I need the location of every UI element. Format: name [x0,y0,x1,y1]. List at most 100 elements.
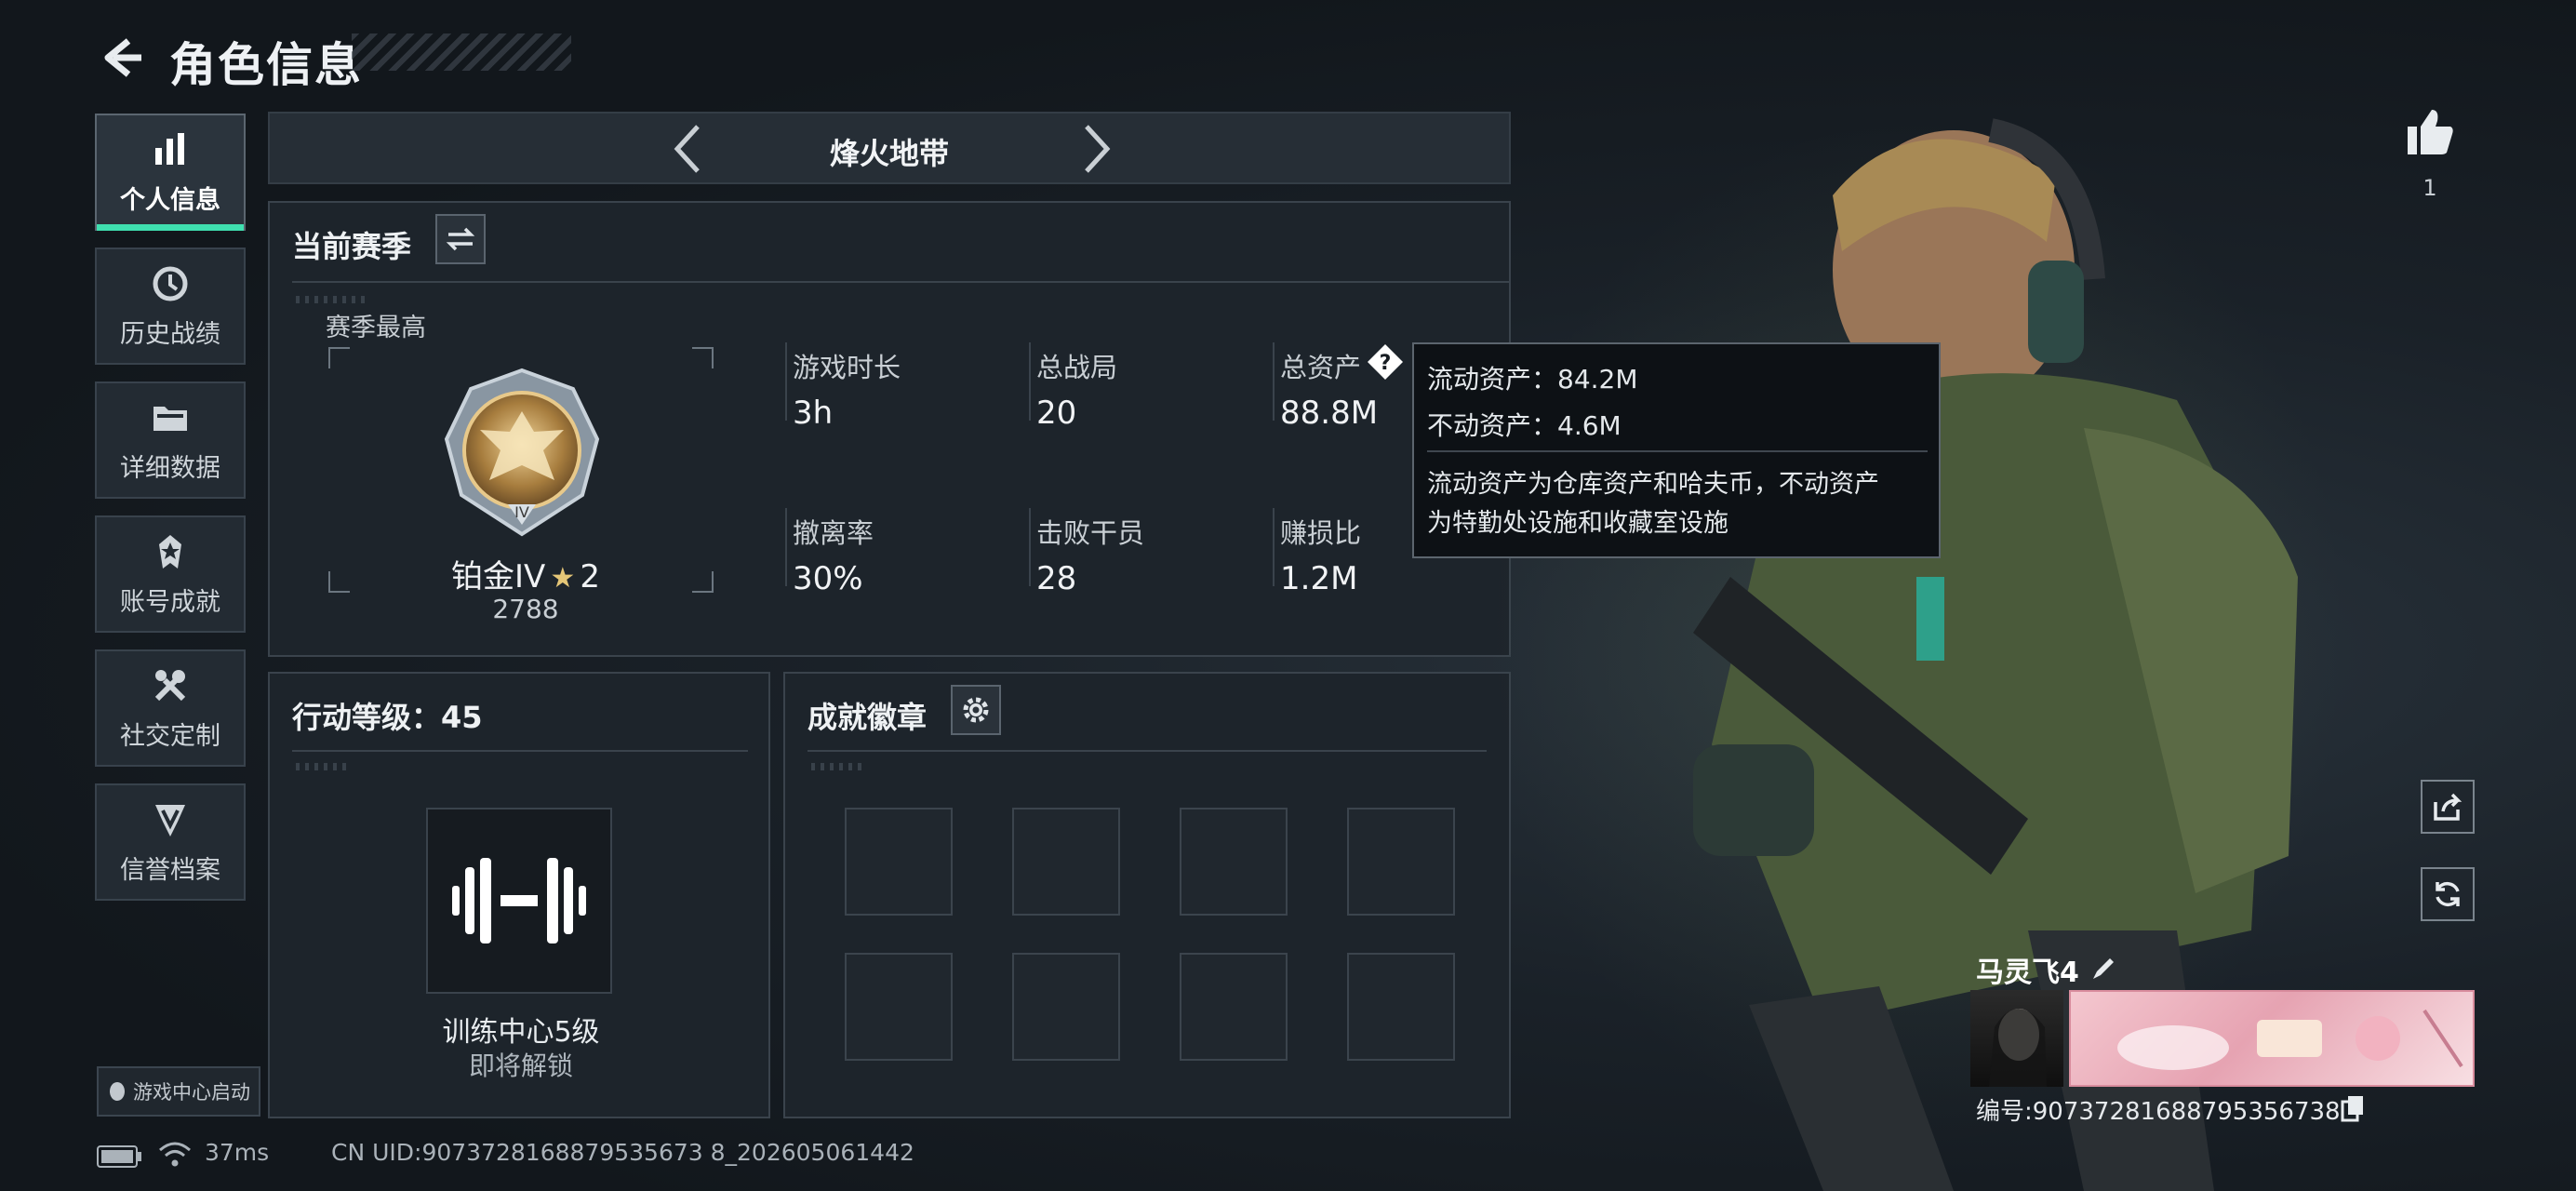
tooltip-desc-2: 为特勤处设施和收藏室设施 [1427,509,1728,538]
svg-text:?: ? [1380,352,1392,375]
player-id: 编号:90737281688795356738 [1976,1098,2341,1126]
nav-history[interactable]: 历史战绩 [95,248,246,365]
stat-value-kills: 28 [1036,560,1077,597]
share-button[interactable] [2421,780,2475,834]
badge-slot[interactable] [845,808,953,916]
tooltip-divider [1427,450,1928,452]
banner-decoration [2117,1009,2463,1070]
nav-label: 个人信息 [120,185,220,215]
avatar-portrait [1989,1009,2047,1087]
stat-label-extract-rate: 撤离率 [793,517,874,549]
badge-slot[interactable] [1180,808,1288,916]
divider [808,750,1487,752]
stat-label-playtime: 游戏时长 [793,352,901,383]
action-level-title: 行动等级：45 [292,700,483,735]
badges-settings-button[interactable] [951,685,1001,735]
penguin-icon [110,1082,125,1101]
player-name: 马灵飞4 [1976,957,2079,989]
achievement-icon [159,534,181,569]
rank-emblem-icon: IV [444,368,600,537]
training-center-tile[interactable] [426,808,612,994]
edit-pencil-icon[interactable] [2089,953,2119,983]
swap-icon [446,227,475,251]
badges-title: 成就徽章 [808,700,928,735]
map-selector: 烽火地带 [268,112,1511,184]
refresh-button[interactable] [2421,867,2475,921]
like-count: 1 [2423,175,2437,201]
nav-credit-record[interactable]: 信誉档案 [95,783,246,901]
stat-separator [785,342,787,421]
bar-chart-icon [155,132,184,165]
season-title: 当前赛季 [292,229,412,264]
back-arrow-icon[interactable] [100,35,145,80]
avatar[interactable] [1970,990,2063,1087]
stat-value-profit-ratio: 1.2M [1280,560,1358,597]
assets-tooltip: 流动资产：84.2M 不动资产：4.6M 流动资产为仓库资产和哈夫币，不动资产 … [1412,342,1941,558]
nav-label: 账号成就 [120,587,220,617]
stat-value-playtime: 3h [793,395,834,432]
stat-value-total-assets: 88.8M [1280,395,1379,432]
season-best-label: 赛季最高 [326,314,426,342]
stat-value-extract-rate: 30% [793,560,863,597]
action-level-panel: 行动等级：45 训练中心5级 即将解锁 [268,672,770,1118]
stat-label-kills: 击败干员 [1036,517,1145,549]
chevron-right-icon[interactable] [1075,123,1116,175]
season-panel: 当前赛季 赛季最高 IV 铂金IV ★ 2 2788 游戏时长 3h 总战局 2… [268,201,1511,657]
help-icon[interactable]: ? [1366,342,1405,381]
badge-slot[interactable] [1012,808,1120,916]
badge-slot[interactable] [1012,953,1120,1061]
title-decoration [352,33,571,71]
stat-separator [1029,508,1031,586]
nav-social-custom[interactable]: 社交定制 [95,649,246,767]
season-switch-button[interactable] [435,214,486,264]
thumbs-up-icon[interactable] [2404,106,2456,158]
nav-achievements[interactable]: 账号成就 [95,515,246,633]
wifi-icon [159,1142,191,1167]
game-center-launch-button[interactable]: 游戏中心启动 [97,1066,260,1117]
nav-label: 历史战绩 [120,319,220,349]
rank-name: 铂金IV [450,558,546,596]
shield-icon [155,804,185,836]
nav-label: 详细数据 [120,453,220,483]
copy-icon[interactable] [2341,1094,2365,1122]
training-status: 即将解锁 [468,1050,573,1081]
page-title: 角色信息 [169,38,363,92]
divider [292,281,1511,283]
decor-dots [811,763,867,770]
launch-label: 游戏中心启动 [133,1081,250,1104]
ping-text: 37ms [205,1139,270,1166]
stat-label-total-matches: 总战局 [1036,352,1118,383]
tooltip-fixed-assets: 不动资产：4.6M [1427,410,1622,441]
share-icon [2434,793,2463,821]
dumbbell-icon [452,858,586,943]
nav-label: 信誉档案 [120,855,220,885]
history-icon [153,266,188,301]
nav-personal-info[interactable]: 个人信息 [95,114,246,231]
gear-icon [963,697,989,723]
tooltip-desc-1: 流动资产为仓库资产和哈夫币，不动资产 [1427,470,1879,499]
badge-slot[interactable] [1180,953,1288,1061]
nav-label: 社交定制 [120,721,220,751]
uid-text: CN UID:9073728168879535673 8_20260506144… [331,1139,914,1166]
stat-label-profit-ratio: 赚损比 [1280,517,1362,549]
nav-detailed-data[interactable]: 详细数据 [95,381,246,499]
star-icon: ★ [550,562,576,595]
badge-slot[interactable] [845,953,953,1061]
rank-stars: 2 [580,558,601,596]
battery-icon [97,1145,141,1168]
rank-line: 铂金IV ★ 2 [437,551,614,596]
svg-text:IV: IV [514,503,529,521]
decor-dots [296,763,352,770]
training-title: 训练中心5级 [442,1016,600,1049]
tooltip-liquid-assets: 流动资产：84.2M [1427,364,1638,395]
folder-icon [153,406,187,431]
map-name: 烽火地带 [829,136,949,171]
badges-panel: 成就徽章 [783,672,1511,1118]
stat-separator [1273,508,1275,586]
stat-separator [785,508,787,586]
stat-label-total-assets: 总资产 [1280,352,1362,383]
chevron-left-icon[interactable] [668,123,709,175]
stat-separator [1273,342,1275,421]
divider [292,750,748,752]
player-name-row: 马灵飞4 [1976,949,2079,990]
